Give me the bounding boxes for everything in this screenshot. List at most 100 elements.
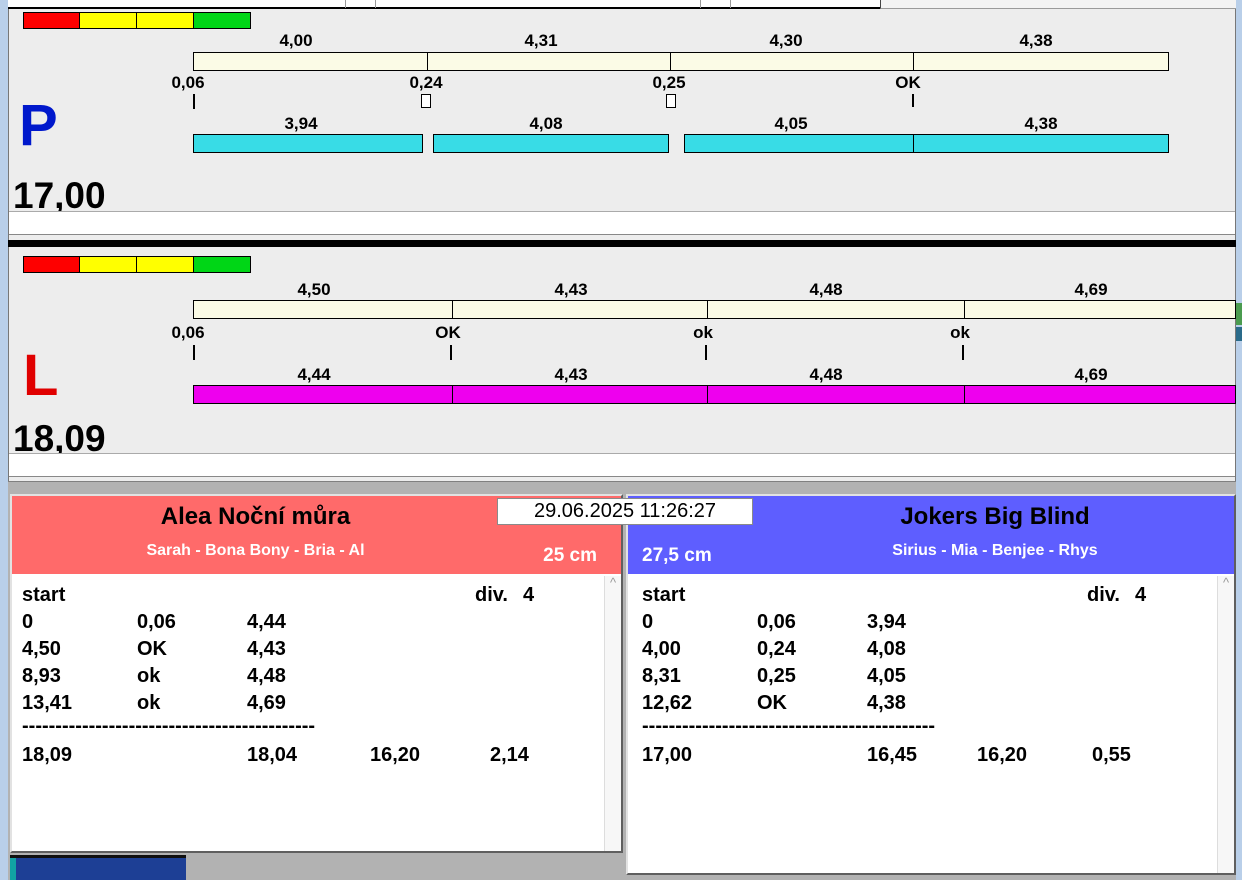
dog-time: 4,69 <box>1074 365 1108 384</box>
lane-total-time: 17,00 <box>13 175 106 216</box>
row-cumulative: 8,31 <box>642 665 681 687</box>
traffic-light-strip <box>23 256 251 273</box>
row-time: 4,69 <box>247 692 286 714</box>
app-window: 4,00 4,31 4,30 4,38 0,06 0,24 0,25 OK 3,… <box>0 0 1242 880</box>
pass-mark: 0,06 <box>171 73 205 92</box>
pass-mark: ok <box>693 323 713 342</box>
jump-height: 25 cm <box>543 545 597 566</box>
dog-time: 4,05 <box>774 114 808 133</box>
lane-letter: L <box>23 343 59 408</box>
team-results-section: 29.06.2025 11:26:27 Alea Noční můra Sara… <box>8 481 1236 880</box>
desktop-fragment <box>1236 327 1242 341</box>
dog-time-bar <box>433 134 669 153</box>
dog-time: 3,94 <box>284 114 318 133</box>
traffic-light-strip <box>23 12 251 29</box>
scroll-up-arrow-icon[interactable]: ^ <box>1223 575 1229 590</box>
bar-divider <box>964 300 965 319</box>
reference-time: 16,20 <box>370 744 421 766</box>
segment-time: 4,00 <box>279 31 313 50</box>
segment-time: 4,43 <box>554 280 588 299</box>
scroll-up-arrow-icon[interactable]: ^ <box>610 575 616 590</box>
traffic-light-yellow-icon <box>137 256 194 273</box>
total-time: 18,09 <box>22 744 73 766</box>
toolbar-divider <box>345 0 346 8</box>
row-pass: 0,25 <box>757 665 796 687</box>
bar-divider <box>964 385 965 404</box>
traffic-light-green-icon <box>194 12 251 29</box>
cumulative-time-bar <box>193 300 1236 319</box>
dog-time: 4,38 <box>1024 114 1058 133</box>
segment-time: 4,48 <box>809 280 843 299</box>
lane-panel-p: 4,00 4,31 4,30 4,38 0,06 0,24 0,25 OK 3,… <box>8 9 1236 240</box>
background-window-fragment[interactable] <box>10 855 186 880</box>
race-timestamp: 29.06.2025 11:26:27 <box>497 498 753 525</box>
start-tick <box>193 94 195 109</box>
traffic-light-red-icon <box>23 256 80 273</box>
row-cumulative: 8,93 <box>22 665 61 687</box>
table-scrollbar[interactable]: ^ <box>604 576 621 851</box>
diff-time: 0,55 <box>1092 744 1131 766</box>
lane-footer-strip <box>9 211 1235 235</box>
toolbar-divider <box>375 0 376 8</box>
pass-mark: 0,06 <box>171 323 205 342</box>
row-cumulative: 0 <box>642 611 654 633</box>
pass-indicator-box <box>421 94 431 108</box>
dog-time: 4,48 <box>809 365 843 384</box>
row-time: 4,43 <box>247 638 286 660</box>
toolbar-strip-right <box>880 0 1236 9</box>
toolbar-divider <box>730 0 731 8</box>
row-pass: OK <box>137 638 167 660</box>
row-time: 4,08 <box>867 638 906 660</box>
row-cumulative: 4,50 <box>22 638 61 660</box>
traffic-light-yellow-icon <box>80 256 137 273</box>
traffic-light-yellow-icon <box>137 12 194 29</box>
row-cumulative: 4,00 <box>642 638 681 660</box>
dog-time: 4,08 <box>529 114 563 133</box>
pass-tick <box>705 345 707 360</box>
segment-time: 4,38 <box>1019 31 1053 50</box>
division-value: 4 <box>1135 584 1147 606</box>
row-time: 4,44 <box>247 611 286 633</box>
diff-time: 2,14 <box>490 744 529 766</box>
segment-time: 4,69 <box>1074 280 1108 299</box>
division-value: 4 <box>523 584 535 606</box>
dog-time: 4,44 <box>297 365 331 384</box>
row-time: 4,05 <box>867 665 906 687</box>
row-pass: OK <box>757 692 787 714</box>
start-label: start <box>642 584 686 606</box>
division-label: div. <box>1087 584 1120 606</box>
desktop-fragment <box>1236 303 1242 325</box>
bar-divider <box>707 300 708 319</box>
row-cumulative: 12,62 <box>642 692 693 714</box>
pass-tick <box>450 345 452 360</box>
bar-divider <box>670 52 671 71</box>
bar-divider <box>452 385 453 404</box>
team-name: Jokers Big Blind <box>900 503 1090 530</box>
traffic-light-green-icon <box>194 256 251 273</box>
bar-divider <box>452 300 453 319</box>
lane-total-time: 18,09 <box>13 418 106 459</box>
lane-footer-strip <box>9 453 1235 477</box>
dog-time-bar <box>193 385 1236 404</box>
team-name: Alea Noční můra <box>160 503 351 530</box>
team-members: Sirius - Mia - Benjee - Rhys <box>892 542 1098 559</box>
row-cumulative: 13,41 <box>22 692 73 714</box>
pass-mark: 0,24 <box>409 73 443 92</box>
traffic-light-yellow-icon <box>80 12 137 29</box>
bar-divider <box>913 52 914 71</box>
bar-divider <box>707 385 708 404</box>
row-cumulative: 0 <box>22 611 34 633</box>
table-scrollbar[interactable]: ^ <box>1217 576 1234 873</box>
row-pass: ok <box>137 665 161 687</box>
separator-line: ----------------------------------------… <box>22 715 316 737</box>
row-pass: 0,06 <box>757 611 796 633</box>
cumulative-time-bar <box>193 52 1169 71</box>
dog-time-bar <box>193 134 423 153</box>
team-panel-right: Jokers Big Blind Sirius - Mia - Benjee -… <box>626 494 1236 875</box>
traffic-light-red-icon <box>23 12 80 29</box>
segment-time: 4,30 <box>769 31 803 50</box>
dog-time: 4,43 <box>554 365 588 384</box>
bar-divider <box>427 52 428 71</box>
team-panel-left: Alea Noční můra Sarah - Bona Bony - Bria… <box>10 494 623 853</box>
segment-time: 4,31 <box>524 31 558 50</box>
